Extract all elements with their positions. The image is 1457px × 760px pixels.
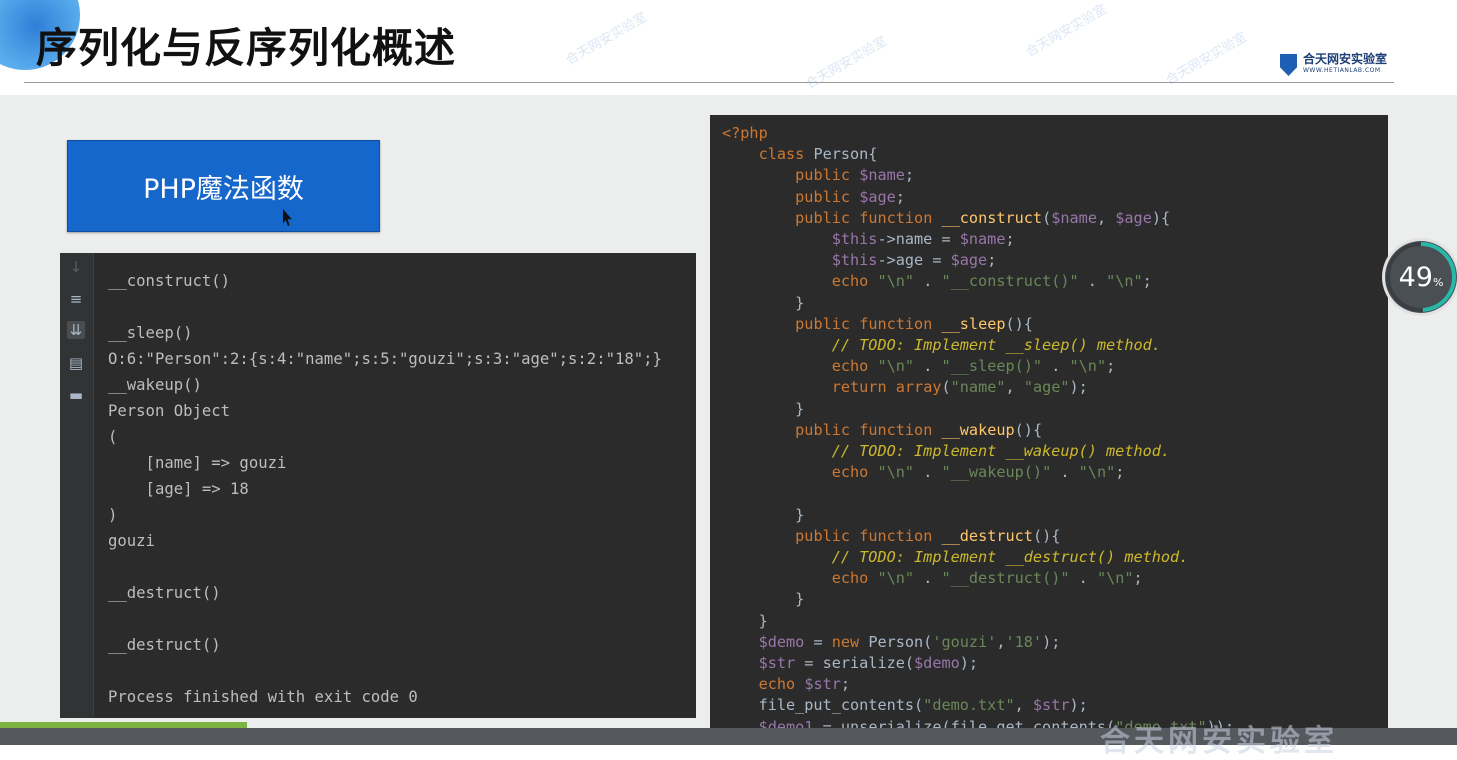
php-code-editor: <?php class Person{ public $name; public… [710,115,1388,745]
watermark: 合天网安实验室 [803,33,890,93]
print-icon[interactable]: ▤ [67,354,85,372]
watermark: 合天网安实验室 [1023,1,1110,61]
progress-value: 49% [1385,241,1457,313]
logo-chinese-text: 合天网安实验室 [1303,52,1388,66]
slide-header: 序列化与反序列化概述 合天网安实验室 WWW.HETIANLAB.COM 合天网… [0,0,1457,95]
progress-number: 49 [1398,261,1433,293]
soft-wrap-icon[interactable]: ≡ [67,290,85,308]
shield-logo-icon [1280,54,1297,76]
hetian-logo: 合天网安实验室 WWW.HETIANLAB.COM [1280,53,1387,77]
console-toolbar: ↓ ≡ ⇊ ▤ ▬ [60,253,94,718]
footer-watermark: 合天网安实验室 [1100,724,1338,759]
progress-unit: % [1432,275,1444,289]
progress-indicator: 49% [1385,241,1457,313]
scroll-down-icon[interactable]: ↓ [67,258,85,276]
scroll-to-end-icon[interactable]: ⇊ [67,321,85,339]
php-magic-functions-button[interactable]: PHP魔法函数 [67,140,380,232]
run-console: ↓ ≡ ⇊ ▤ ▬ __construct() __sleep() O:6:"P… [60,253,696,718]
console-output-text: __construct() __sleep() O:6:"Person":2:{… [108,272,662,706]
title-divider [24,82,1394,83]
trash-icon[interactable]: ▬ [67,386,85,404]
slide-title: 序列化与反序列化概述 [36,24,456,72]
watermark: 合天网安实验室 [563,9,650,69]
watermark: 合天网安实验室 [1163,29,1250,89]
logo-english-text: WWW.HETIANLAB.COM [1303,67,1381,74]
php-source-code: <?php class Person{ public $name; public… [722,124,1235,745]
php-magic-functions-label: PHP魔法函数 [143,173,304,205]
